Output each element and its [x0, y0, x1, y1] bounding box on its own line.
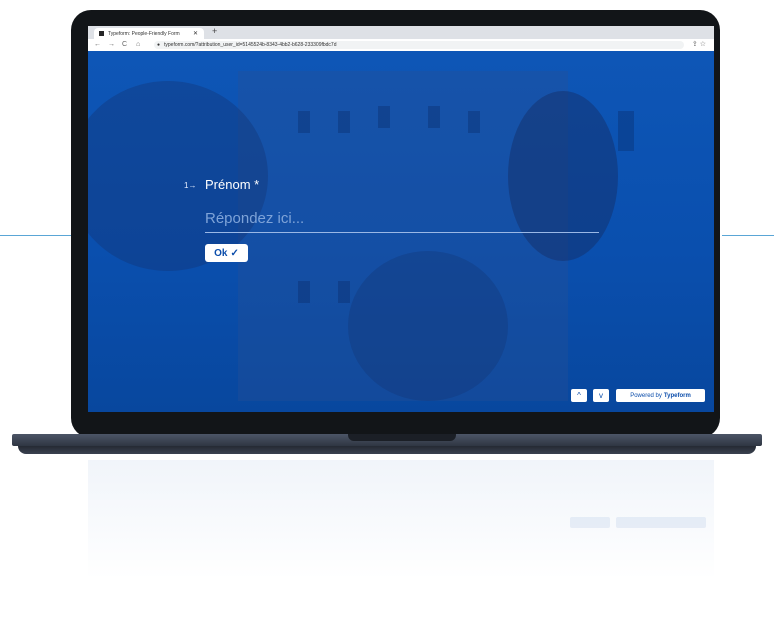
address-bar[interactable]: ● typeform.com/?attribution_user_id=5145… [154, 41, 684, 49]
laptop-screen: Typeform: People-Friendly Form ✕ + ← → C… [88, 26, 714, 412]
window-shape [338, 111, 350, 133]
powered-prefix: Powered by [630, 392, 662, 399]
previous-question-button[interactable]: ^ [571, 389, 587, 402]
window-shape [338, 281, 350, 303]
window-shape [428, 106, 440, 128]
toolbar-action-icons: ⇪ ☆ [692, 40, 706, 48]
close-tab-icon[interactable]: ✕ [193, 30, 198, 37]
powered-brand: Typeform [663, 392, 691, 399]
reflection-powered-badge [616, 517, 706, 528]
next-question-button[interactable]: v [593, 389, 609, 402]
tree-silhouette-center [348, 251, 508, 401]
browser-tab-strip: Typeform: People-Friendly Form ✕ + [88, 26, 714, 39]
check-icon: ✓ [230, 247, 239, 259]
question-number: 1→ [184, 181, 197, 190]
laptop-hinge-notch [348, 434, 456, 441]
window-shape [378, 106, 390, 128]
lock-icon: ● [157, 42, 161, 48]
browser-tab[interactable]: Typeform: People-Friendly Form ✕ [94, 28, 204, 39]
laptop-base-bottom [18, 446, 756, 454]
chevron-down-icon: v [599, 391, 603, 400]
left-connector-line [0, 235, 80, 236]
share-icon[interactable]: ⇪ [692, 41, 698, 48]
reflection-nav-buttons [570, 517, 610, 528]
tower-silhouette [508, 91, 618, 261]
new-tab-button[interactable]: + [212, 26, 217, 36]
answer-placeholder: Répondez ici... [205, 210, 305, 227]
ok-button[interactable]: Ok ✓ [205, 244, 248, 262]
ok-label: Ok [214, 247, 228, 259]
question-title: Prénom * [205, 177, 260, 192]
typeform-favicon-icon [99, 31, 104, 36]
answer-input[interactable]: Répondez ici... [205, 210, 599, 233]
chevron-up-icon: ^ [577, 391, 581, 400]
window-shape [298, 111, 310, 133]
tab-title: Typeform: People-Friendly Form [108, 30, 180, 37]
window-shape [468, 111, 480, 133]
back-icon[interactable]: ← [94, 41, 101, 48]
right-connector-line [722, 235, 774, 236]
home-icon[interactable]: ⌂ [136, 41, 140, 48]
forward-icon[interactable]: → [108, 41, 115, 48]
window-shape [298, 281, 310, 303]
url-text: typeform.com/?attribution_user_id=514552… [164, 42, 337, 48]
reload-icon[interactable]: C [122, 41, 127, 48]
window-shape [618, 111, 634, 151]
bookmark-star-icon[interactable]: ☆ [700, 41, 706, 48]
powered-by-typeform-link[interactable]: Powered by Typeform [616, 389, 705, 402]
